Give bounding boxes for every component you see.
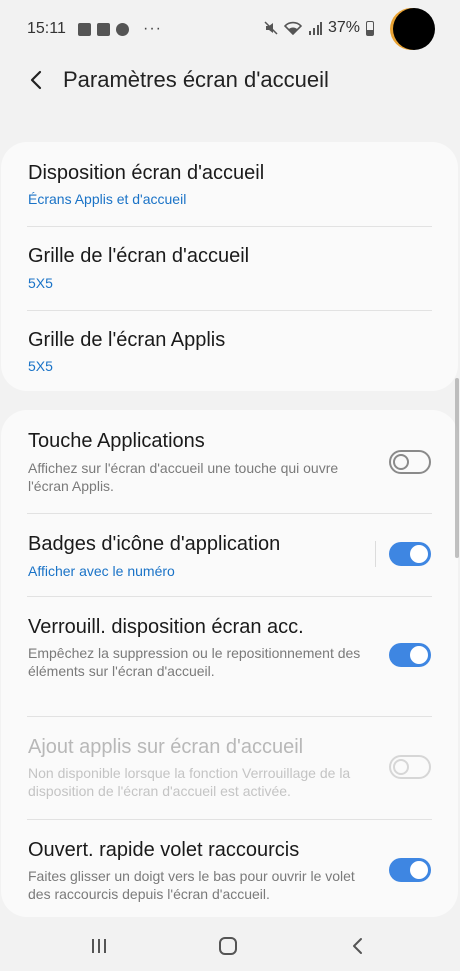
- toggle-knob: [408, 859, 430, 881]
- toggle-knob: [393, 454, 409, 470]
- status-bar: 15:11 ··· 37%: [0, 0, 460, 60]
- app-header: Paramètres écran d'accueil: [0, 60, 460, 110]
- scrollbar[interactable]: [455, 378, 459, 558]
- setting-title: Badges d'icône d'application: [28, 533, 281, 555]
- recents-button[interactable]: [84, 931, 114, 961]
- back-button[interactable]: [22, 66, 50, 94]
- home-icon: [219, 937, 237, 955]
- setting-apps-button[interactable]: Touche Applications Affichez sur l'écran…: [1, 410, 458, 513]
- recents-icon: [92, 939, 106, 953]
- notification-icons: ···: [78, 20, 162, 38]
- toggle-settings-card: Touche Applications Affichez sur l'écran…: [1, 410, 458, 917]
- mute-icon: [264, 21, 278, 35]
- vertical-separator: [375, 541, 376, 567]
- back-icon: [353, 938, 362, 954]
- system-icons: 37%: [264, 19, 374, 37]
- home-button[interactable]: [213, 931, 243, 961]
- gallery-icon: [78, 22, 91, 36]
- setting-title: Grille de l'écran d'accueil: [28, 245, 250, 267]
- setting-description: Non disponible lorsque la fonction Verro…: [28, 765, 351, 799]
- setting-quick-panel[interactable]: Ouvert. rapide volet raccourcis Faites g…: [1, 820, 458, 917]
- setting-description: Affichez sur l'écran d'accueil une touch…: [28, 460, 339, 494]
- nav-back-button[interactable]: [342, 931, 372, 961]
- wifi-icon: [283, 21, 302, 35]
- setting-title: Touche Applications: [28, 430, 205, 452]
- toggle-knob: [393, 759, 409, 775]
- battery-percent: 37%: [327, 19, 360, 36]
- status-time: 15:11: [27, 20, 66, 37]
- page-title: Paramètres écran d'accueil: [63, 67, 329, 92]
- lock-layout-toggle[interactable]: [389, 643, 431, 667]
- toggle-knob: [408, 543, 430, 565]
- setting-title: Grille de l'écran Applis: [28, 329, 226, 351]
- navigation-bar: [0, 918, 460, 971]
- setting-title: Verrouill. disposition écran acc.: [28, 616, 304, 638]
- setting-description: Empêchez la suppression ou le reposition…: [28, 645, 361, 679]
- setting-description: Faites glisser un doigt vers le bas pour…: [28, 868, 355, 902]
- setting-lock-layout[interactable]: Verrouill. disposition écran acc. Empêch…: [1, 597, 458, 716]
- setting-value: 5X5: [28, 358, 53, 374]
- layout-settings-card: Disposition écran d'accueil Écrans Appli…: [1, 142, 458, 391]
- setting-apps-grid[interactable]: Grille de l'écran Applis 5X5: [1, 311, 458, 391]
- apps-button-toggle[interactable]: [389, 450, 431, 474]
- setting-icon-badges[interactable]: Badges d'icône d'application Afficher av…: [1, 514, 458, 596]
- add-apps-toggle: [389, 755, 431, 779]
- toggle-knob: [408, 644, 430, 666]
- chevron-left-icon: [30, 70, 42, 90]
- icon-badges-toggle[interactable]: [389, 542, 431, 566]
- setting-title: Disposition écran d'accueil: [28, 162, 265, 184]
- quick-panel-toggle[interactable]: [389, 858, 431, 882]
- setting-value: 5X5: [28, 275, 53, 291]
- setting-title: Ajout applis sur écran d'accueil: [28, 736, 304, 758]
- basketball-icon: [116, 22, 129, 36]
- setting-title: Ouvert. rapide volet raccourcis: [28, 839, 300, 861]
- setting-home-layout[interactable]: Disposition écran d'accueil Écrans Appli…: [1, 142, 458, 226]
- setting-value: Écrans Applis et d'accueil: [28, 191, 187, 207]
- battery-icon: [366, 20, 374, 36]
- more-notifications-icon: ···: [143, 20, 162, 37]
- setting-value: Afficher avec le numéro: [28, 563, 175, 579]
- avatar[interactable]: [393, 8, 435, 50]
- setting-add-apps: Ajout applis sur écran d'accueil Non dis…: [1, 717, 458, 819]
- image-icon: [97, 22, 110, 36]
- setting-home-grid[interactable]: Grille de l'écran d'accueil 5X5: [1, 227, 458, 310]
- signal-icon: [308, 22, 322, 35]
